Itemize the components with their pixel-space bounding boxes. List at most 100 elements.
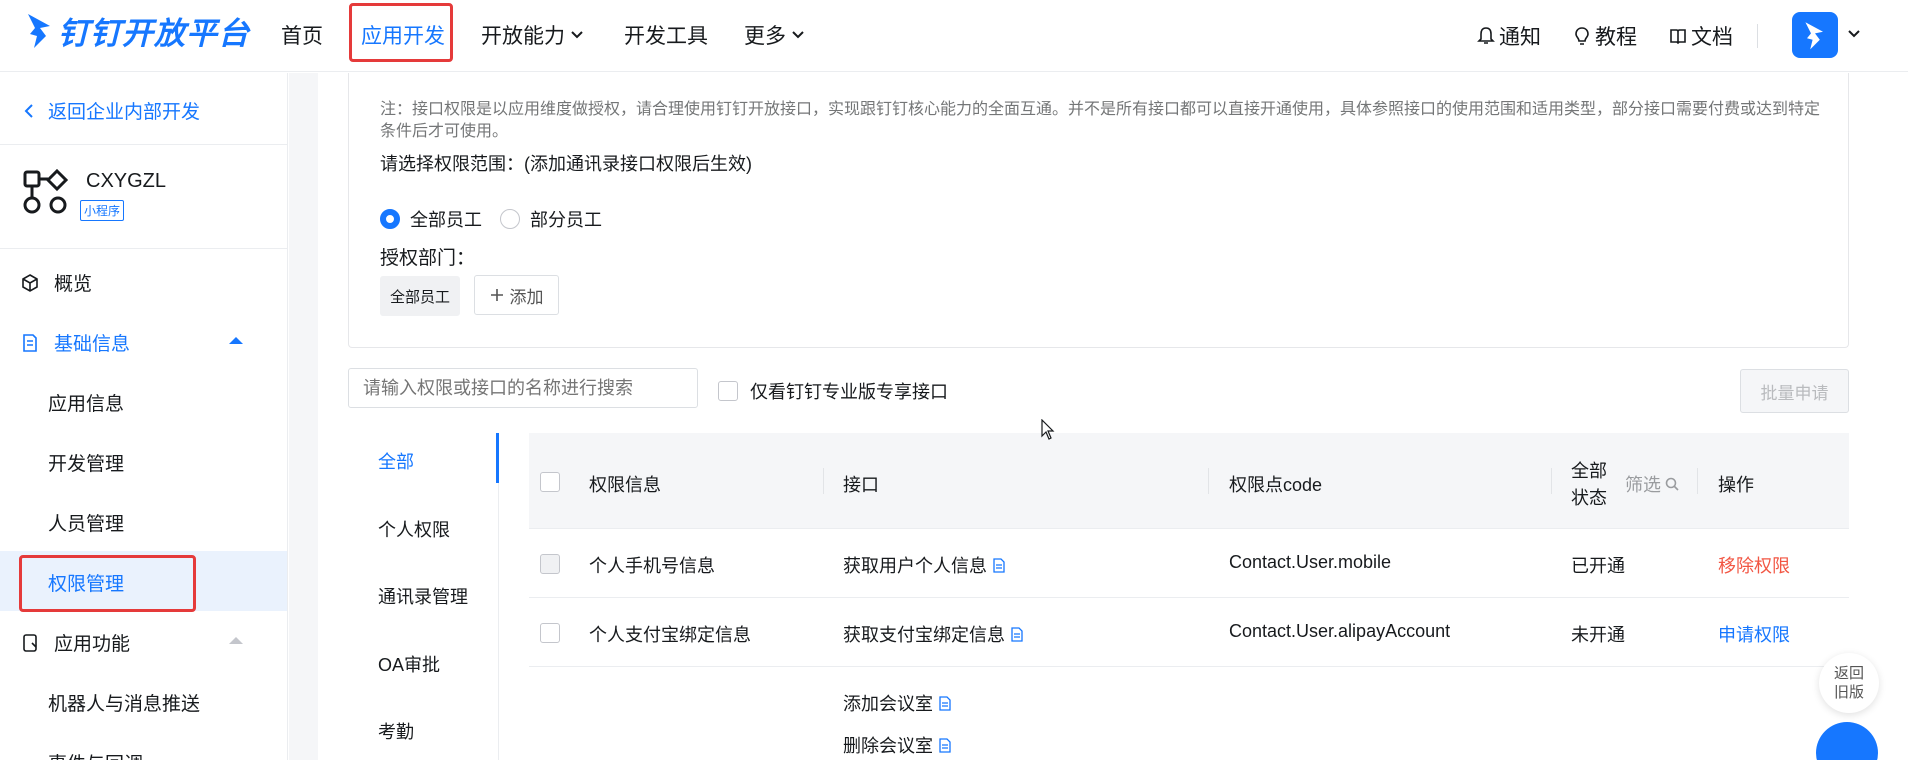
- row2-perm: 个人支付宝绑定信息: [589, 625, 751, 645]
- category-attendance[interactable]: 考勤: [378, 718, 414, 744]
- batch-apply-button[interactable]: 批量申请: [1740, 369, 1849, 413]
- header-action: 操作: [1718, 475, 1754, 495]
- status-filter[interactable]: 筛选: [1625, 471, 1679, 497]
- header-divider: [823, 468, 824, 494]
- chevron-down-icon: [571, 31, 583, 39]
- row3-api2-link[interactable]: 删除会议室: [843, 732, 951, 758]
- category-contacts[interactable]: 通讯录管理: [378, 583, 468, 609]
- checkbox[interactable]: [718, 381, 738, 401]
- category-active-indicator: [496, 433, 499, 483]
- mouse-cursor-icon: [1041, 419, 1055, 440]
- dingtalk-logo-icon: [28, 14, 50, 48]
- app-icon: [23, 169, 68, 214]
- sidebar-divider: [0, 144, 288, 145]
- notify-link[interactable]: 通知: [1477, 21, 1541, 51]
- header-api: 接口: [843, 475, 879, 495]
- header-status-filter-all[interactable]: 全部: [1571, 457, 1607, 483]
- logo[interactable]: 钉钉开放平台: [26, 10, 250, 51]
- top-nav-bar: 钉钉开放平台 首页 应用开发 开放能力 开发工具 更多 通知 教程 文档: [0, 0, 1908, 72]
- row-divider: [529, 597, 1849, 598]
- radio-unchecked: [500, 209, 520, 229]
- doc-link-icon[interactable]: [939, 695, 951, 711]
- avatar[interactable]: [1792, 12, 1838, 58]
- chevron-down-icon: [792, 31, 804, 39]
- header-status: 状态: [1571, 488, 1607, 508]
- row1-api-link[interactable]: 获取用户个人信息: [843, 552, 1005, 578]
- caret-up-icon[interactable]: [229, 637, 243, 644]
- row-checkbox[interactable]: [540, 554, 560, 574]
- brand-name: 钉钉开放平台: [58, 15, 250, 51]
- docs-link[interactable]: 文档: [1669, 21, 1733, 51]
- row1-code: Contact.User.mobile: [1229, 552, 1392, 572]
- sidebar: 返回企业内部开发 CXYGZL 小程序 概览 基础信息 应用信息 开发管理 人员…: [0, 73, 288, 760]
- header-divider: [1208, 468, 1209, 494]
- row2-code: Contact.User.alipayAccount: [1229, 621, 1451, 641]
- sidebar-item-dev-manage[interactable]: 开发管理: [48, 449, 124, 476]
- sidebar-item-app-features[interactable]: 应用功能: [20, 629, 130, 656]
- row1-perm: 个人手机号信息: [589, 556, 715, 576]
- category-divider: [498, 483, 499, 760]
- only-pro-checkbox[interactable]: 仅看钉钉专业版专享接口: [718, 378, 948, 404]
- app-name: CXYGZL: [86, 170, 167, 192]
- nav-open-capability[interactable]: 开放能力: [481, 20, 583, 50]
- nav-divider: [1757, 24, 1758, 48]
- header-divider: [1697, 468, 1698, 494]
- lightbulb-icon: [1575, 27, 1589, 45]
- category-oa-approval[interactable]: OA审批: [378, 651, 440, 677]
- category-all[interactable]: 全部: [378, 448, 414, 474]
- radio-checked: [380, 209, 400, 229]
- dept-chip: 全部员工: [380, 276, 460, 316]
- nav-dev-tools[interactable]: 开发工具: [624, 20, 708, 50]
- permission-search-input[interactable]: [348, 368, 698, 408]
- sidebar-item-basic-info[interactable]: 基础信息: [20, 329, 130, 356]
- tutorial-link[interactable]: 教程: [1573, 21, 1637, 51]
- sidebar-divider: [0, 248, 288, 249]
- book-icon: [1670, 29, 1686, 45]
- dingtalk-avatar-icon: [1805, 22, 1823, 50]
- radio-all-employees[interactable]: 全部员工: [380, 206, 482, 232]
- row2-status: 未开通: [1571, 625, 1625, 645]
- header-code: 权限点code: [1229, 475, 1323, 495]
- header-divider: [1551, 468, 1552, 494]
- nav-home[interactable]: 首页: [281, 20, 323, 50]
- sidebar-item-overview[interactable]: 概览: [20, 269, 92, 296]
- doc-link-icon[interactable]: [1011, 626, 1023, 642]
- nav-more[interactable]: 更多: [744, 20, 804, 50]
- row2-api-link[interactable]: 获取支付宝绑定信息: [843, 621, 1023, 647]
- apply-permission-link[interactable]: 申请权限: [1718, 621, 1790, 647]
- row3-api-link[interactable]: 添加会议室: [843, 690, 951, 716]
- sidebar-item-people-manage[interactable]: 人员管理: [48, 509, 124, 536]
- select-all-checkbox[interactable]: [540, 472, 560, 492]
- scope-label: 请选择权限范围：(添加通讯录接口权限后生效): [380, 154, 752, 174]
- permission-note: 注：接口权限是以应用维度做授权，请合理使用钉钉开放接口，实现跟钉钉核心能力的全面…: [380, 101, 1820, 140]
- cube-icon: [22, 273, 38, 292]
- caret-up-icon[interactable]: [229, 337, 243, 344]
- chevron-left-icon: [24, 103, 33, 118]
- sidebar-item-perm-manage[interactable]: 权限管理: [48, 569, 124, 596]
- phone-icon: [23, 633, 37, 652]
- row-divider: [529, 528, 1849, 529]
- nav-app-dev[interactable]: 应用开发: [361, 20, 445, 50]
- radio-part-employees[interactable]: 部分员工: [500, 206, 602, 232]
- sidebar-item-events-callback[interactable]: 事件与回调: [48, 749, 143, 760]
- plus-icon: [490, 289, 503, 301]
- sidebar-item-robot-push[interactable]: 机器人与消息推送: [48, 689, 200, 716]
- row-divider: [529, 666, 1849, 667]
- app-type-badge: 小程序: [80, 200, 125, 221]
- add-dept-button[interactable]: 添加: [474, 275, 559, 315]
- bell-icon: [1477, 27, 1495, 44]
- dept-label: 授权部门：: [380, 248, 476, 269]
- back-to-internal-dev[interactable]: 返回企业内部开发: [24, 97, 200, 124]
- search-icon: [1665, 477, 1679, 491]
- remove-permission-link[interactable]: 移除权限: [1718, 552, 1790, 578]
- chevron-down-icon[interactable]: [1848, 30, 1860, 38]
- category-personal[interactable]: 个人权限: [378, 516, 450, 542]
- header-perm: 权限信息: [589, 475, 661, 495]
- row-checkbox[interactable]: [540, 623, 560, 643]
- document-icon: [23, 333, 37, 352]
- row1-status: 已开通: [1571, 556, 1625, 576]
- doc-link-icon[interactable]: [939, 737, 951, 753]
- return-old-version-button[interactable]: 返回 旧版: [1819, 653, 1879, 713]
- doc-link-icon[interactable]: [993, 557, 1005, 573]
- sidebar-item-app-info[interactable]: 应用信息: [48, 389, 124, 416]
